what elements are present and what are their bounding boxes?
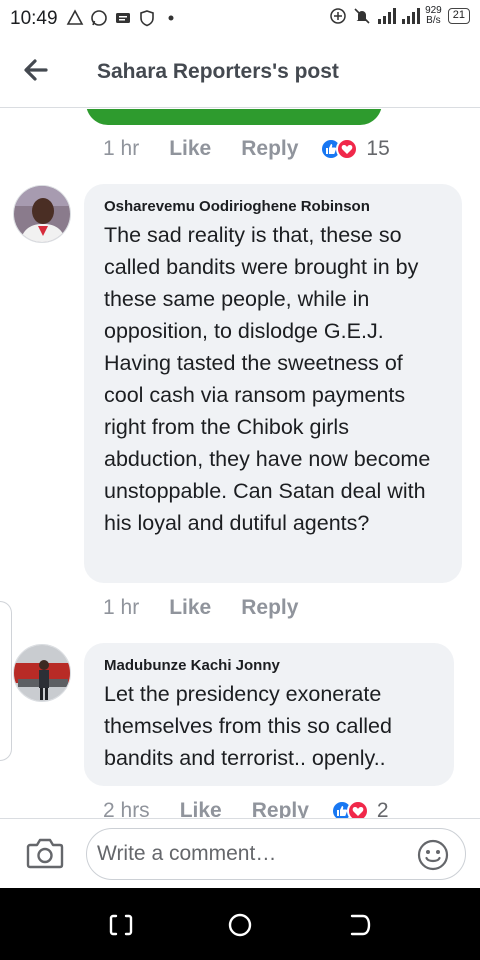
comment-time: 1 hr bbox=[103, 137, 140, 160]
like-button[interactable]: Like bbox=[169, 596, 211, 620]
love-reaction-icon bbox=[346, 800, 369, 819]
like-button[interactable]: Like bbox=[169, 137, 211, 161]
post-header: Sahara Reporters's post bbox=[0, 36, 480, 108]
comment-actions: 1 hr Like Reply bbox=[103, 596, 320, 620]
reaction-count: 15 bbox=[366, 137, 390, 160]
page-title: Sahara Reporters's post bbox=[97, 60, 339, 83]
signal-icon bbox=[401, 7, 421, 25]
reply-button[interactable]: Reply bbox=[241, 137, 298, 161]
recents-icon bbox=[109, 914, 133, 936]
comment-text: The sad reality is that, these so called… bbox=[104, 223, 431, 535]
back-nav-button[interactable] bbox=[346, 912, 372, 938]
back-nav-icon bbox=[350, 914, 371, 936]
mute-icon bbox=[353, 7, 371, 25]
reaction-count: 2 bbox=[376, 799, 389, 819]
comment-actions: 2 hrs Like Reply 2 bbox=[103, 799, 389, 819]
emoji-button[interactable] bbox=[417, 839, 449, 871]
comments-feed[interactable]: 1 hr Like Reply 15 Osharevemu Oodirioghe… bbox=[0, 109, 480, 819]
network-speed-unit: B/s bbox=[426, 15, 441, 26]
like-button[interactable]: Like bbox=[180, 799, 222, 819]
avatar[interactable] bbox=[13, 644, 71, 702]
system-icons: 929 B/s 21 bbox=[329, 6, 470, 26]
avatar-image bbox=[14, 186, 70, 242]
reactions-summary[interactable] bbox=[330, 800, 369, 819]
shield-icon bbox=[138, 9, 156, 27]
camera-icon bbox=[26, 838, 64, 869]
avatar-image bbox=[14, 645, 70, 701]
drive-icon bbox=[66, 9, 84, 27]
previous-comment-actions: 1 hr Like Reply 15 bbox=[103, 137, 390, 161]
back-arrow-icon bbox=[24, 59, 48, 81]
signal-icon bbox=[377, 7, 397, 25]
love-reaction-icon bbox=[336, 138, 359, 160]
dot-icon bbox=[162, 9, 180, 27]
recents-button[interactable] bbox=[108, 912, 134, 938]
battery-indicator: 21 bbox=[447, 8, 470, 24]
thread-connector bbox=[0, 601, 12, 761]
comment-time: 2 hrs bbox=[103, 799, 150, 819]
emoji-icon bbox=[417, 839, 449, 871]
home-icon bbox=[228, 913, 252, 937]
previous-comment-attachment bbox=[86, 109, 382, 125]
avatar[interactable] bbox=[13, 185, 71, 243]
notification-icons bbox=[66, 9, 180, 27]
reply-button[interactable]: Reply bbox=[252, 799, 309, 819]
reply-button[interactable]: Reply bbox=[241, 596, 298, 620]
comment-bubble[interactable]: Madubunze Kachi Jonny Let the presidency… bbox=[84, 643, 454, 786]
comment-bubble[interactable]: Osharevemu Oodirioghene Robinson The sad… bbox=[84, 184, 462, 583]
network-speed: 929 B/s bbox=[425, 6, 442, 26]
status-time: 10:49 bbox=[10, 8, 58, 29]
comment-composer bbox=[0, 818, 480, 888]
comment-author[interactable]: Osharevemu Oodirioghene Robinson bbox=[104, 198, 442, 215]
message-icon bbox=[114, 9, 132, 27]
add-circle-icon bbox=[329, 7, 347, 25]
comment-input-box[interactable] bbox=[86, 828, 466, 880]
back-button[interactable] bbox=[20, 54, 52, 86]
system-nav-bar bbox=[0, 888, 480, 960]
home-button[interactable] bbox=[227, 912, 253, 938]
comment-input[interactable] bbox=[97, 837, 397, 871]
comment-author[interactable]: Madubunze Kachi Jonny bbox=[104, 657, 434, 674]
comment-text: Let the presidency exonerate themselves … bbox=[104, 682, 392, 770]
status-bar: 10:49 929 B/s 21 bbox=[0, 0, 480, 36]
reactions-summary[interactable] bbox=[320, 138, 359, 160]
camera-button[interactable] bbox=[26, 836, 64, 870]
comment-time: 1 hr bbox=[103, 596, 140, 619]
whatsapp-icon bbox=[90, 9, 108, 27]
